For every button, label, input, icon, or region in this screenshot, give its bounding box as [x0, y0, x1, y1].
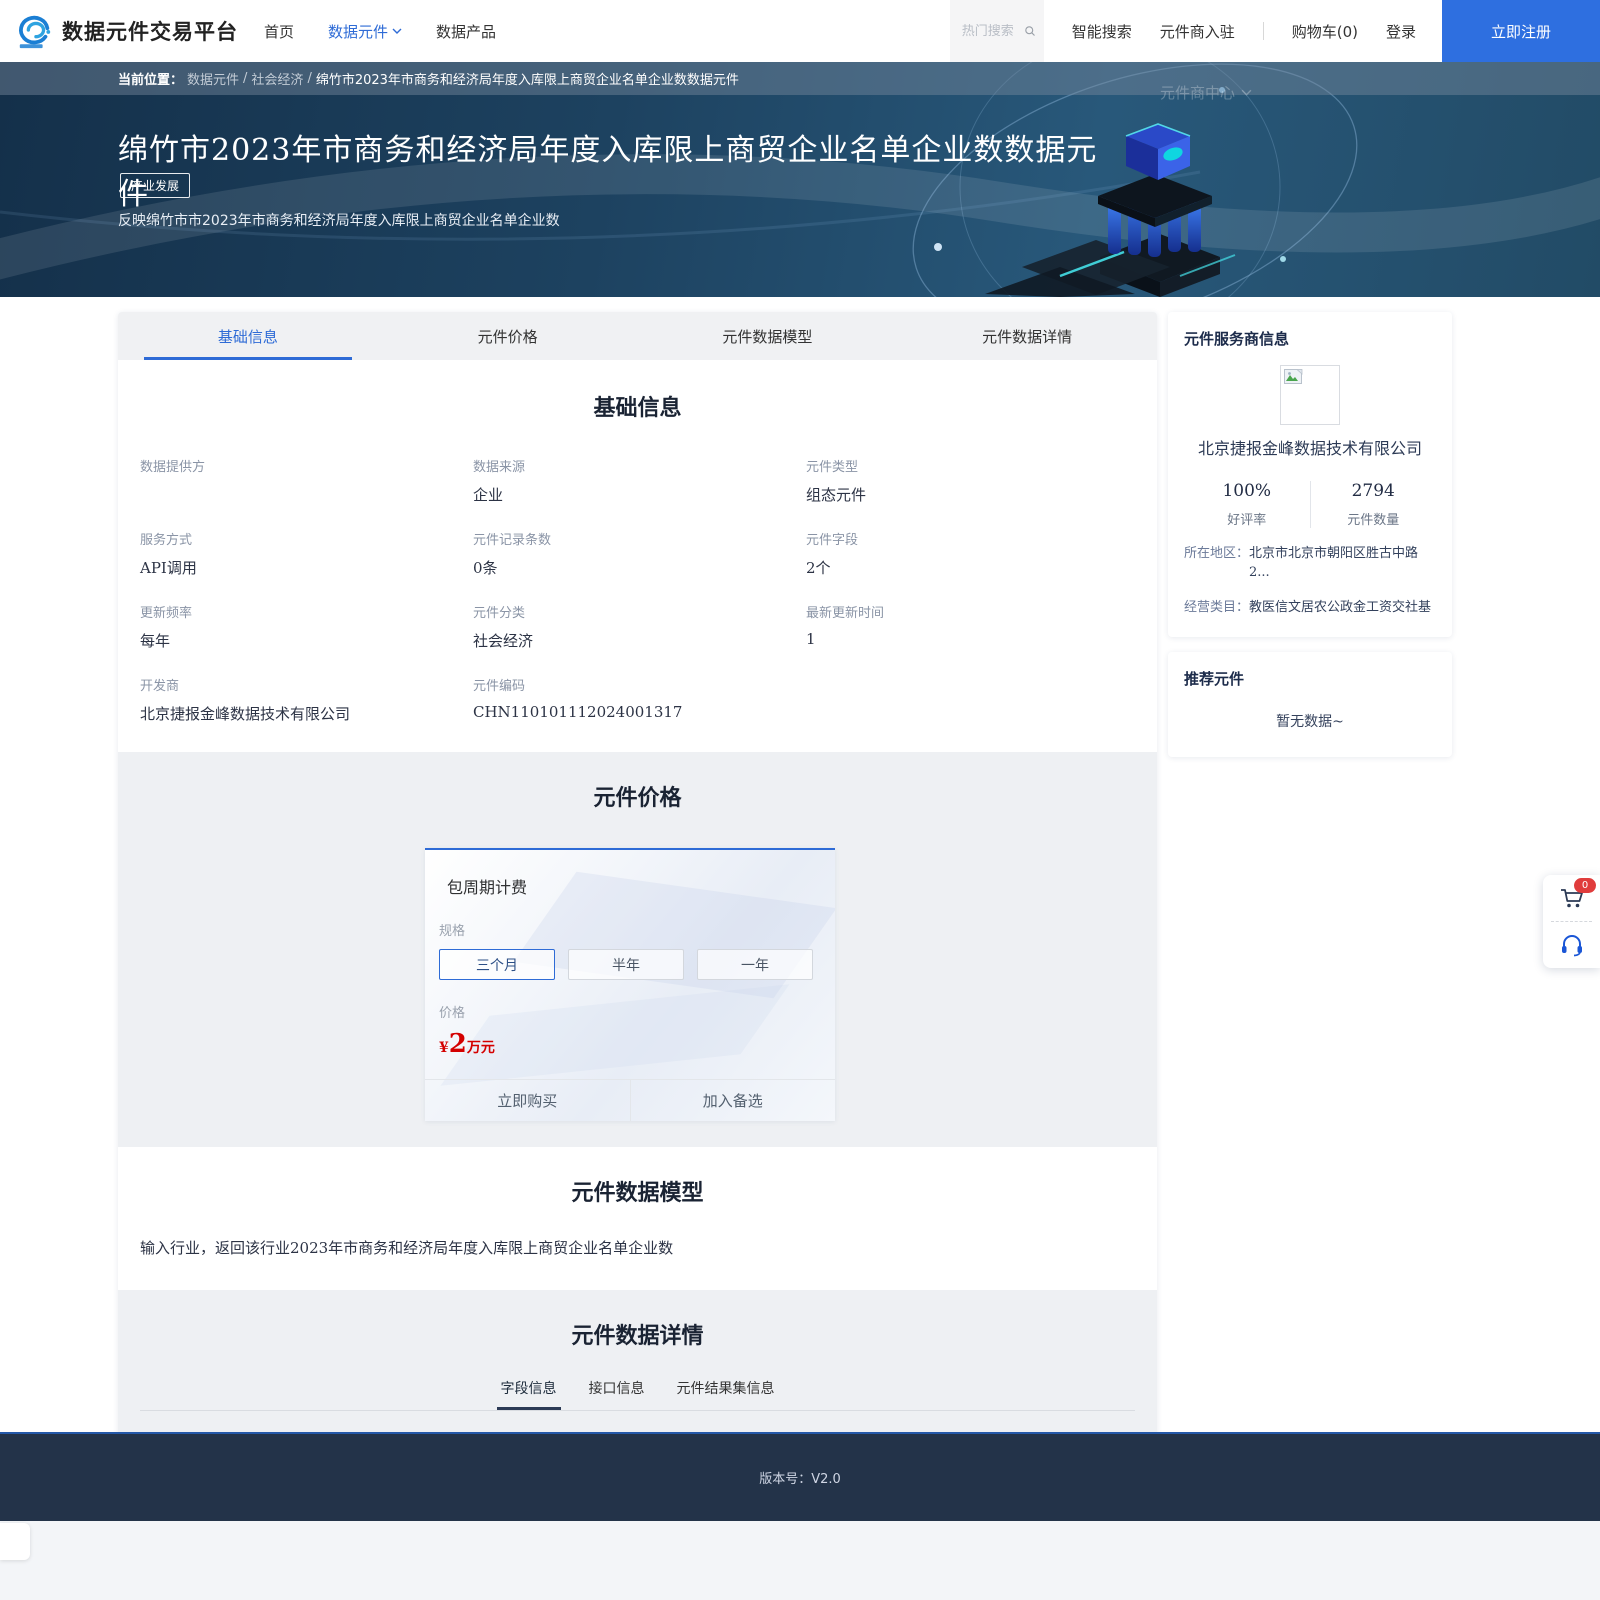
- data-model-section: 元件数据模型 输入行业，返回该行业2023年市商务和经济局年度入库限上商贸企业名…: [118, 1147, 1157, 1290]
- basic-info-section: 基础信息 数据提供方 数据来源 企业 元件类型 组态元件 服务方式 API调用: [118, 360, 1157, 752]
- field-data-source: 数据来源 企业: [473, 456, 806, 505]
- field-field-count: 元件字段 2个: [806, 529, 1139, 578]
- breadcrumb: 当前位置： 数据元件 / 社会经济 / 绵竹市2023年市商务和经济局年度入库限…: [0, 62, 1600, 95]
- nav-data-elements[interactable]: 数据元件: [328, 21, 402, 42]
- provider-heading: 元件服务商信息: [1184, 328, 1436, 349]
- data-model-heading: 元件数据模型: [118, 1175, 1157, 1207]
- provider-region: 所在地区： 北京市北京市朝阳区胜古中路2...: [1184, 544, 1436, 582]
- basic-info-heading: 基础信息: [118, 390, 1157, 422]
- broken-image-icon: [1284, 369, 1306, 388]
- field-service-mode: 服务方式 API调用: [140, 529, 473, 578]
- hero-banner: 当前位置： 数据元件 / 社会经济 / 绵竹市2023年市商务和经济局年度入库限…: [0, 62, 1600, 297]
- search-box[interactable]: [950, 0, 1044, 62]
- stat-rating: 100% 好评率: [1184, 481, 1310, 528]
- recommend-card: 推荐元件 暂无数据~: [1168, 652, 1452, 757]
- breadcrumb-link-elements[interactable]: 数据元件: [187, 69, 239, 88]
- price-amount: 2: [449, 1029, 467, 1059]
- page: 数据元件交易平台 首页 数据元件 数据产品 智能搜索 元件商入驻 购物车(0) …: [0, 0, 1600, 1600]
- field-update-frequency: 更新频率 每年: [140, 602, 473, 651]
- provider-category: 经营类目： 教医信文居农公政金工资交社基: [1184, 598, 1436, 617]
- currency-symbol: ¥: [439, 1040, 449, 1056]
- nav-divider: [1263, 22, 1264, 40]
- smart-search-link[interactable]: 智能搜索: [1072, 21, 1132, 42]
- brand-logo-icon: [16, 12, 54, 50]
- page-title: 绵竹市2023年市商务和经济局年度入库限上商贸企业名单企业数数据元件: [118, 125, 1118, 213]
- billing-title: 包周期计费: [447, 874, 821, 898]
- floating-cart-button[interactable]: 0: [1543, 875, 1600, 921]
- tab-basic-info[interactable]: 基础信息: [118, 312, 378, 360]
- category-tag: 产业发展: [120, 173, 190, 198]
- search-input[interactable]: [962, 24, 1024, 39]
- provider-card: 元件服务商信息 北京捷报金峰数据技术有限公司 100% 好评率 2794 元件数…: [1168, 312, 1452, 637]
- subtab-field-info[interactable]: 字段信息: [501, 1378, 557, 1410]
- nav-data-products[interactable]: 数据产品: [436, 21, 496, 42]
- detail-tabbar: 基础信息 元件价格 元件数据模型 元件数据详情: [118, 312, 1157, 360]
- provider-logo-placeholder: [1280, 365, 1340, 425]
- ghost-vendor-center-menu: 元件商中心: [1160, 82, 1252, 103]
- right-sidebar: 元件服务商信息 北京捷报金峰数据技术有限公司 100% 好评率 2794 元件数…: [1168, 312, 1452, 772]
- spec-option-3months[interactable]: 三个月: [439, 949, 555, 980]
- field-last-update-time: 最新更新时间 1: [806, 602, 1139, 651]
- field-data-provider: 数据提供方: [140, 456, 473, 505]
- spec-label: 规格: [439, 920, 821, 939]
- price-section: 元件价格 包周期计费 规格 三个月 半年 一年 价格 ¥2万元: [118, 752, 1157, 1147]
- login-link[interactable]: 登录: [1386, 21, 1416, 42]
- vendor-join-link[interactable]: 元件商入驻: [1160, 21, 1235, 42]
- chevron-down-icon: [392, 28, 402, 34]
- add-backup-button[interactable]: 加入备选: [630, 1080, 836, 1121]
- breadcrumb-link-category[interactable]: 社会经济: [251, 69, 303, 88]
- subtab-resultset-info[interactable]: 元件结果集信息: [677, 1378, 775, 1410]
- price-value: ¥2万元: [439, 1029, 821, 1059]
- page-edge-widget: [0, 1523, 30, 1560]
- spec-option-halfyear[interactable]: 半年: [568, 949, 684, 980]
- buy-now-button[interactable]: 立即购买: [425, 1080, 630, 1121]
- billing-card: 包周期计费 规格 三个月 半年 一年 价格 ¥2万元 立即购买 加入备选: [425, 848, 835, 1121]
- provider-company-name[interactable]: 北京捷报金峰数据技术有限公司: [1184, 435, 1436, 459]
- brand-logo[interactable]: 数据元件交易平台: [16, 12, 238, 50]
- register-button[interactable]: 立即注册: [1442, 0, 1600, 62]
- cart-count-badge: 0: [1574, 878, 1596, 893]
- chevron-down-icon: [1241, 89, 1252, 96]
- nav-home[interactable]: 首页: [264, 21, 294, 42]
- tab-data-model[interactable]: 元件数据模型: [638, 312, 898, 360]
- field-element-type: 元件类型 组态元件: [806, 456, 1139, 505]
- brand-title: 数据元件交易平台: [62, 16, 238, 46]
- detail-tabs-divider: [140, 1410, 1135, 1411]
- recommend-heading: 推荐元件: [1184, 668, 1436, 689]
- footer: 版本号：V2.0: [0, 1432, 1600, 1521]
- search-icon[interactable]: [1024, 23, 1036, 39]
- main-content-card: 基础信息 元件价格 元件数据模型 元件数据详情 基础信息 数据提供方 数据来源 …: [118, 312, 1157, 1572]
- below-footer-area: [0, 1521, 1600, 1600]
- price-heading: 元件价格: [118, 780, 1157, 812]
- price-label: 价格: [439, 1002, 821, 1021]
- stat-element-count: 2794 元件数量: [1310, 481, 1437, 528]
- floating-toolbar: 0: [1543, 875, 1600, 968]
- data-detail-heading: 元件数据详情: [118, 1318, 1157, 1350]
- version-text: 版本号：V2.0: [759, 1468, 841, 1487]
- tab-price[interactable]: 元件价格: [378, 312, 638, 360]
- breadcrumb-current: 绵竹市2023年市商务和经济局年度入库限上商贸企业名单企业数数据元件: [316, 69, 739, 88]
- page-subtitle: 反映绵竹市市2023年市商务和经济局年度入库限上商贸企业名单企业数: [118, 210, 560, 230]
- field-element-code: 元件编码 CHN110101112024001317: [473, 675, 806, 724]
- floating-support-button[interactable]: [1543, 922, 1600, 968]
- breadcrumb-label: 当前位置：: [118, 69, 183, 88]
- data-model-description: 输入行业，返回该行业2023年市商务和经济局年度入库限上商贸企业名单企业数: [140, 1237, 1157, 1258]
- cart-link[interactable]: 购物车(0): [1292, 21, 1358, 42]
- spec-option-oneyear[interactable]: 一年: [697, 949, 813, 980]
- headset-icon: [1559, 933, 1585, 957]
- field-element-category: 元件分类 社会经济: [473, 602, 806, 651]
- price-unit: 万元: [467, 1040, 495, 1056]
- subtab-api-info[interactable]: 接口信息: [589, 1378, 645, 1410]
- field-developer: 开发商 北京捷报金峰数据技术有限公司: [140, 675, 473, 724]
- recommend-empty-text: 暂无数据~: [1184, 711, 1436, 731]
- top-navbar: 数据元件交易平台 首页 数据元件 数据产品 智能搜索 元件商入驻 购物车(0) …: [0, 0, 1600, 62]
- tab-data-detail[interactable]: 元件数据详情: [897, 312, 1157, 360]
- field-record-count: 元件记录条数 0条: [473, 529, 806, 578]
